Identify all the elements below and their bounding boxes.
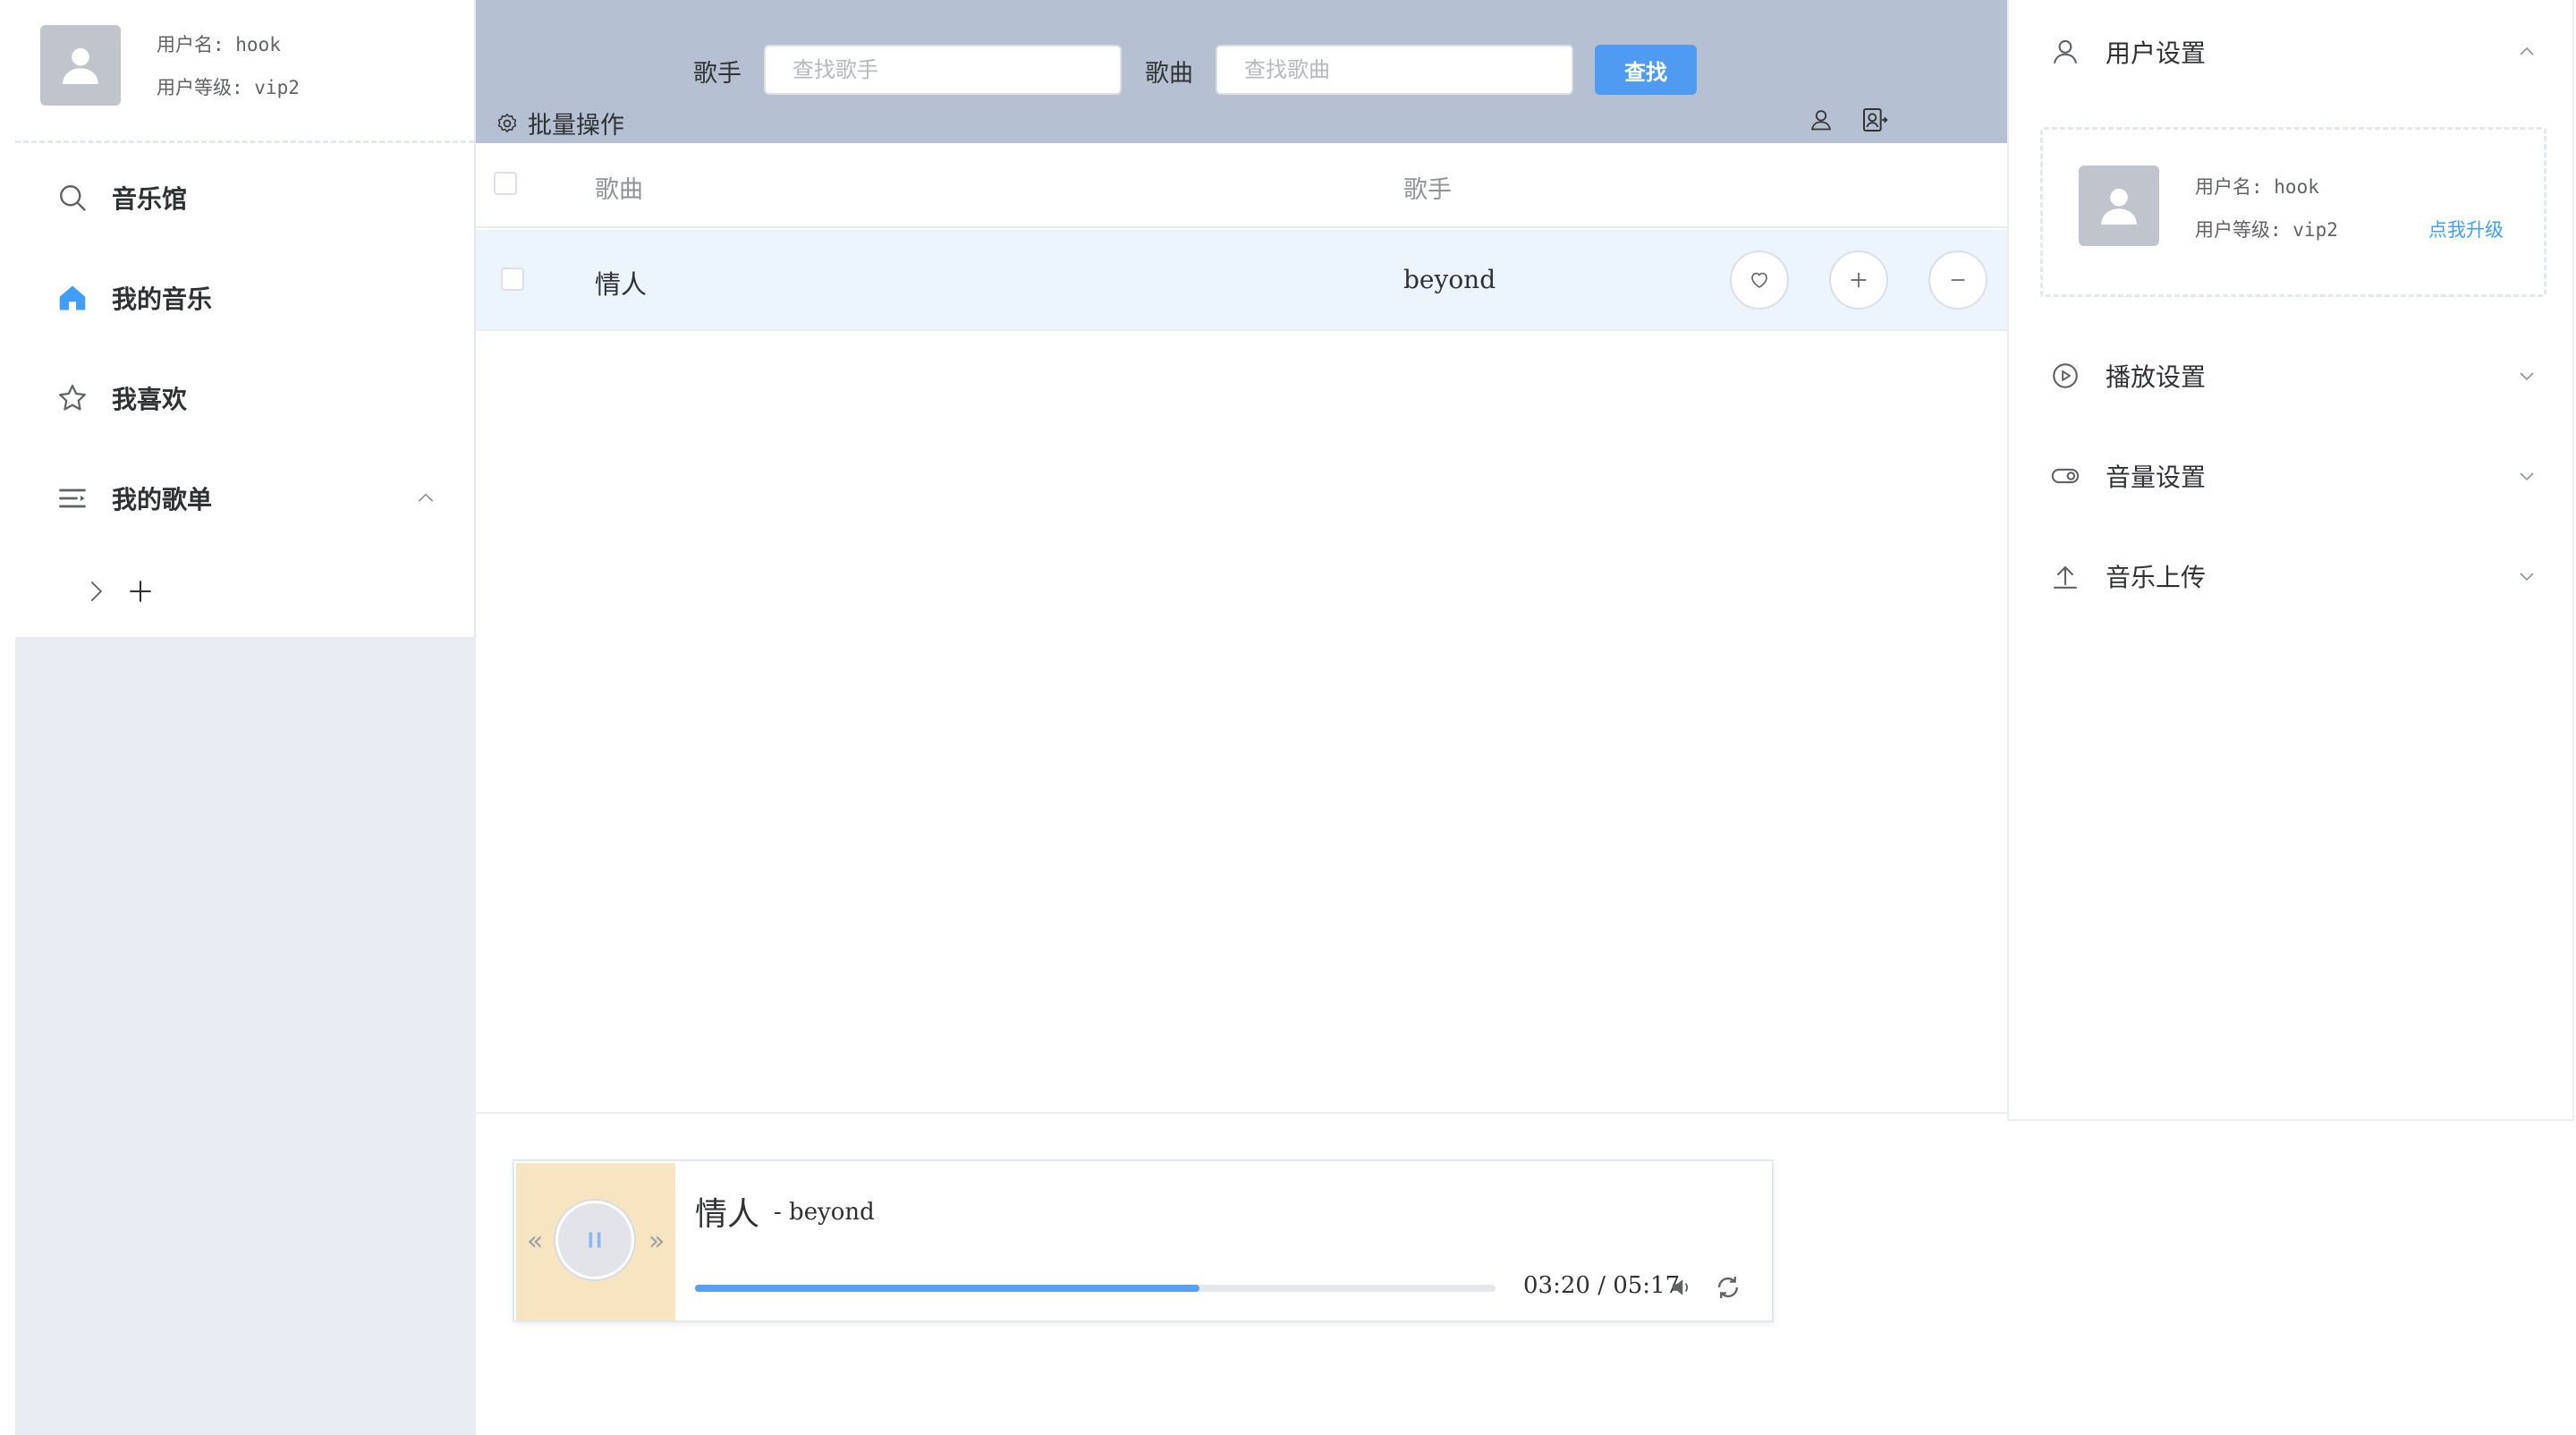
column-header-song: 歌曲 — [595, 176, 643, 204]
chevron-down-icon — [2520, 372, 2534, 381]
plus-icon — [1851, 272, 1867, 288]
sidebar-item-label: 我的音乐 — [112, 284, 213, 314]
progress-fill — [695, 1285, 1199, 1292]
avatar[interactable] — [40, 25, 121, 106]
search-icon — [60, 185, 86, 211]
minus-icon — [1951, 279, 1965, 281]
star-icon — [59, 385, 86, 411]
chevron-up-icon[interactable] — [414, 487, 437, 510]
heart-icon — [1751, 272, 1767, 288]
playlist-icon — [59, 488, 86, 508]
sidebar-item-label: 音乐馆 — [112, 184, 188, 214]
music-player: « » 情人 - beyond 03:20 / 05:17 — [513, 1159, 1774, 1322]
settings-section-label: 音量设置 — [2106, 463, 2207, 492]
like-button[interactable] — [1730, 250, 1789, 310]
settings-section-label: 用户设置 — [2106, 38, 2207, 68]
left-sidebar: 用户名: hook 用户等级: vip2 音乐馆 我的音乐 我喜欢 我的歌单 — [15, 0, 476, 1435]
search-bar: 歌手 歌曲 查找 批量操作 — [476, 0, 2007, 143]
avatar-icon — [2101, 188, 2137, 225]
song-search-label: 歌曲 — [1145, 60, 1193, 88]
chevron-down-icon — [2520, 472, 2534, 481]
chevron-right-icon[interactable] — [83, 579, 108, 604]
user-icon[interactable] — [1809, 107, 1834, 132]
user-settings-header[interactable]: 用户设置 — [2009, 12, 2572, 92]
song-artist: beyond — [1403, 265, 1496, 294]
chevron-down-icon — [2520, 573, 2534, 582]
column-header-artist: 歌手 — [1403, 176, 1452, 204]
user-card: 用户名: hook 用户等级: vip2 点我升级 — [2040, 127, 2546, 297]
username-text: 用户名: hook — [157, 34, 281, 55]
search-button[interactable]: 查找 — [1595, 45, 1697, 95]
playback-settings-header[interactable]: 播放设置 — [2009, 335, 2572, 416]
user-icon — [2053, 39, 2078, 64]
user-level-text: 用户等级: vip2 — [2195, 219, 2338, 241]
toggle-icon — [2051, 468, 2080, 484]
row-checkbox[interactable] — [501, 267, 524, 291]
now-playing-title: 情人 — [695, 1196, 760, 1233]
logout-icon[interactable] — [1860, 106, 1889, 134]
batch-operation-label: 批量操作 — [528, 112, 624, 140]
sidebar-item-favorites[interactable]: 我喜欢 — [15, 358, 474, 438]
time-display: 03:20 / 05:17 — [1523, 1272, 1681, 1299]
plus-icon[interactable] — [128, 579, 153, 604]
play-circle-icon — [2053, 363, 2078, 388]
gear-icon — [497, 113, 517, 132]
next-button[interactable]: » — [648, 1226, 665, 1257]
song-search-input[interactable] — [1216, 45, 1573, 95]
settings-section-label: 播放设置 — [2106, 362, 2207, 392]
remove-button[interactable] — [1928, 250, 1987, 310]
loop-icon[interactable] — [1713, 1272, 1743, 1303]
settings-section-label: 音乐上传 — [2106, 563, 2207, 592]
volume-icon[interactable] — [1668, 1274, 1695, 1301]
artist-search-label: 歌手 — [693, 60, 741, 88]
sidebar-item-my-playlists[interactable]: 我的歌单 — [15, 458, 474, 539]
main-panel: 歌手 歌曲 查找 批量操作 歌曲 歌手 情人 beyond — [476, 0, 2007, 1114]
upgrade-link[interactable]: 点我升级 — [2428, 216, 2504, 242]
user-level-text: 用户等级: vip2 — [157, 77, 300, 98]
song-title: 情人 — [595, 269, 648, 300]
chevron-up-icon — [2520, 47, 2534, 55]
pause-icon — [589, 1232, 601, 1248]
sidebar-item-music-hall[interactable]: 音乐馆 — [15, 157, 474, 238]
sidebar-item-label: 我的歌单 — [112, 485, 213, 514]
username-text: 用户名: hook — [2195, 176, 2319, 198]
batch-operation-button[interactable]: 批量操作 — [496, 106, 624, 140]
table-row[interactable]: 情人 beyond — [476, 230, 2007, 331]
divider — [15, 140, 474, 143]
home-icon — [59, 285, 86, 310]
upload-icon — [2054, 565, 2077, 589]
play-pause-button[interactable] — [555, 1201, 634, 1279]
previous-button[interactable]: « — [527, 1226, 543, 1257]
volume-settings-header[interactable]: 音量设置 — [2009, 436, 2572, 516]
settings-panel: 用户设置 用户名: hook 用户等级: vip2 点我升级 播放设置 音量设置… — [2007, 0, 2574, 1121]
select-all-checkbox[interactable] — [494, 172, 517, 195]
table-header: 歌曲 歌手 — [476, 143, 2007, 228]
sidebar-item-label: 我喜欢 — [112, 385, 188, 414]
progress-bar[interactable] — [695, 1285, 1496, 1292]
sidebar-panel: 用户名: hook 用户等级: vip2 音乐馆 我的音乐 我喜欢 我的歌单 — [15, 0, 476, 637]
artist-search-input[interactable] — [764, 45, 1122, 95]
now-playing-artist: - beyond — [774, 1199, 875, 1226]
avatar-icon — [63, 47, 98, 84]
music-upload-header[interactable]: 音乐上传 — [2009, 536, 2572, 616]
player-cover: « » — [516, 1163, 675, 1320]
avatar[interactable] — [2079, 166, 2159, 246]
sidebar-item-my-music[interactable]: 我的音乐 — [15, 258, 474, 338]
add-button[interactable] — [1829, 250, 1888, 310]
